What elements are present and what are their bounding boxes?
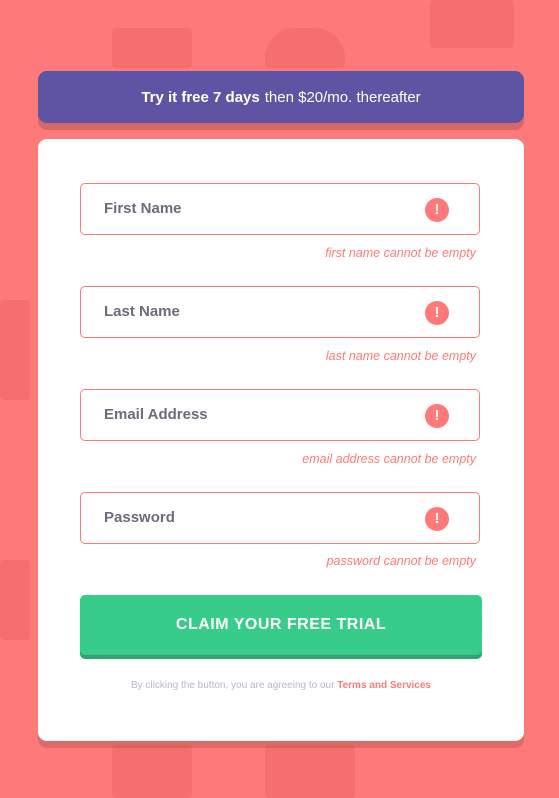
- background-decoration: [112, 745, 192, 798]
- email-error: email address cannot be empty: [302, 452, 476, 466]
- background-decoration: [112, 28, 192, 68]
- background-decoration: [430, 0, 514, 48]
- promo-bold-text: Try it free 7 days: [141, 88, 260, 106]
- terms-prefix: By clicking the button, you are agreeing…: [130, 680, 335, 691]
- exclamation-icon: !: [425, 198, 449, 222]
- first-name-field[interactable]: First Name !: [80, 183, 480, 235]
- last-name-placeholder: Last Name: [104, 303, 180, 320]
- terms-notice: By clicking the button, you are agreeing…: [38, 680, 524, 691]
- exclamation-icon: !: [425, 301, 449, 325]
- last-name-error: last name cannot be empty: [325, 349, 476, 363]
- last-name-field[interactable]: Last Name !: [80, 286, 480, 338]
- signup-form: First Name ! first name cannot be empty …: [38, 139, 524, 741]
- background-decoration: [0, 300, 30, 400]
- background-decoration: [265, 28, 345, 68]
- claim-free-trial-button[interactable]: CLAIM YOUR FREE TRIAL: [80, 595, 482, 655]
- first-name-placeholder: First Name: [104, 200, 182, 217]
- terms-link[interactable]: Terms and Services: [337, 680, 431, 691]
- promo-text: then $20/mo. thereafter: [264, 88, 421, 106]
- password-error: password cannot be empty: [326, 554, 476, 568]
- promo-banner: Try it free 7 days then $20/mo. thereaft…: [38, 71, 524, 123]
- exclamation-icon: !: [425, 507, 449, 531]
- email-placeholder: Email Address: [104, 406, 208, 423]
- exclamation-icon: !: [425, 404, 449, 428]
- password-field[interactable]: Password !: [80, 492, 480, 544]
- email-field[interactable]: Email Address !: [80, 389, 480, 441]
- password-placeholder: Password: [104, 509, 175, 526]
- background-decoration: [265, 745, 355, 798]
- first-name-error: first name cannot be empty: [325, 246, 476, 260]
- background-decoration: [0, 560, 30, 640]
